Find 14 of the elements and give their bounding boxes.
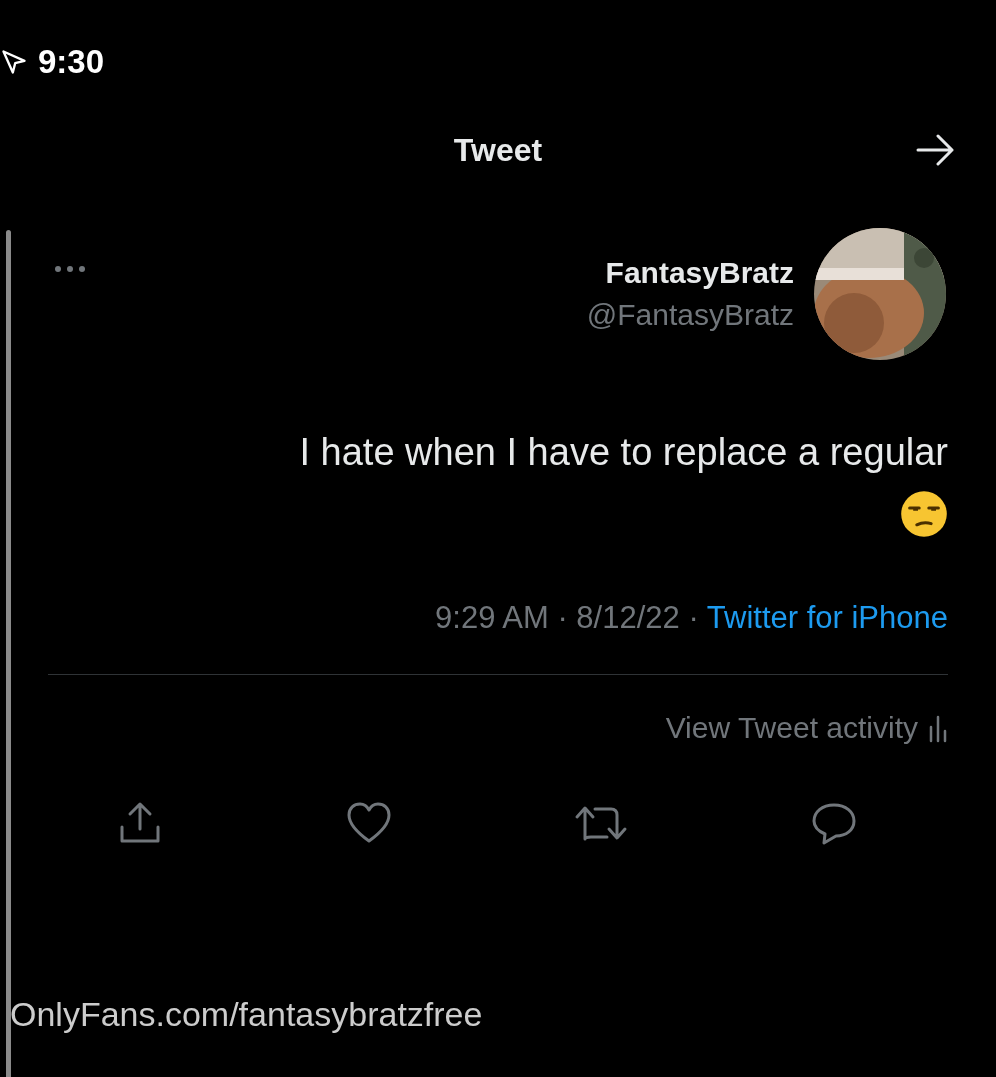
scrollbar[interactable] <box>6 230 11 1077</box>
unamused-face-icon <box>900 489 948 538</box>
view-activity-link[interactable]: View Tweet activity <box>665 710 918 745</box>
status-time: 9:30 <box>38 43 105 81</box>
tweet-text: I hate when I have to replace a regular <box>298 430 948 475</box>
more-options-icon[interactable] <box>54 265 86 273</box>
source-link[interactable]: Twitter for iPhone <box>706 599 948 635</box>
back-arrow-icon[interactable] <box>916 134 956 166</box>
caption-text: OnlyFans.com/fantasybratzfree <box>10 995 483 1034</box>
author-handle[interactable]: @FantasyBratz <box>586 298 794 332</box>
author-name[interactable]: FantasyBratz <box>605 256 794 290</box>
tweet-timestamp: 9:29 AM · 8/12/22 · <box>435 599 700 635</box>
header-title: Tweet <box>453 131 543 169</box>
location-arrow-icon <box>0 48 28 76</box>
